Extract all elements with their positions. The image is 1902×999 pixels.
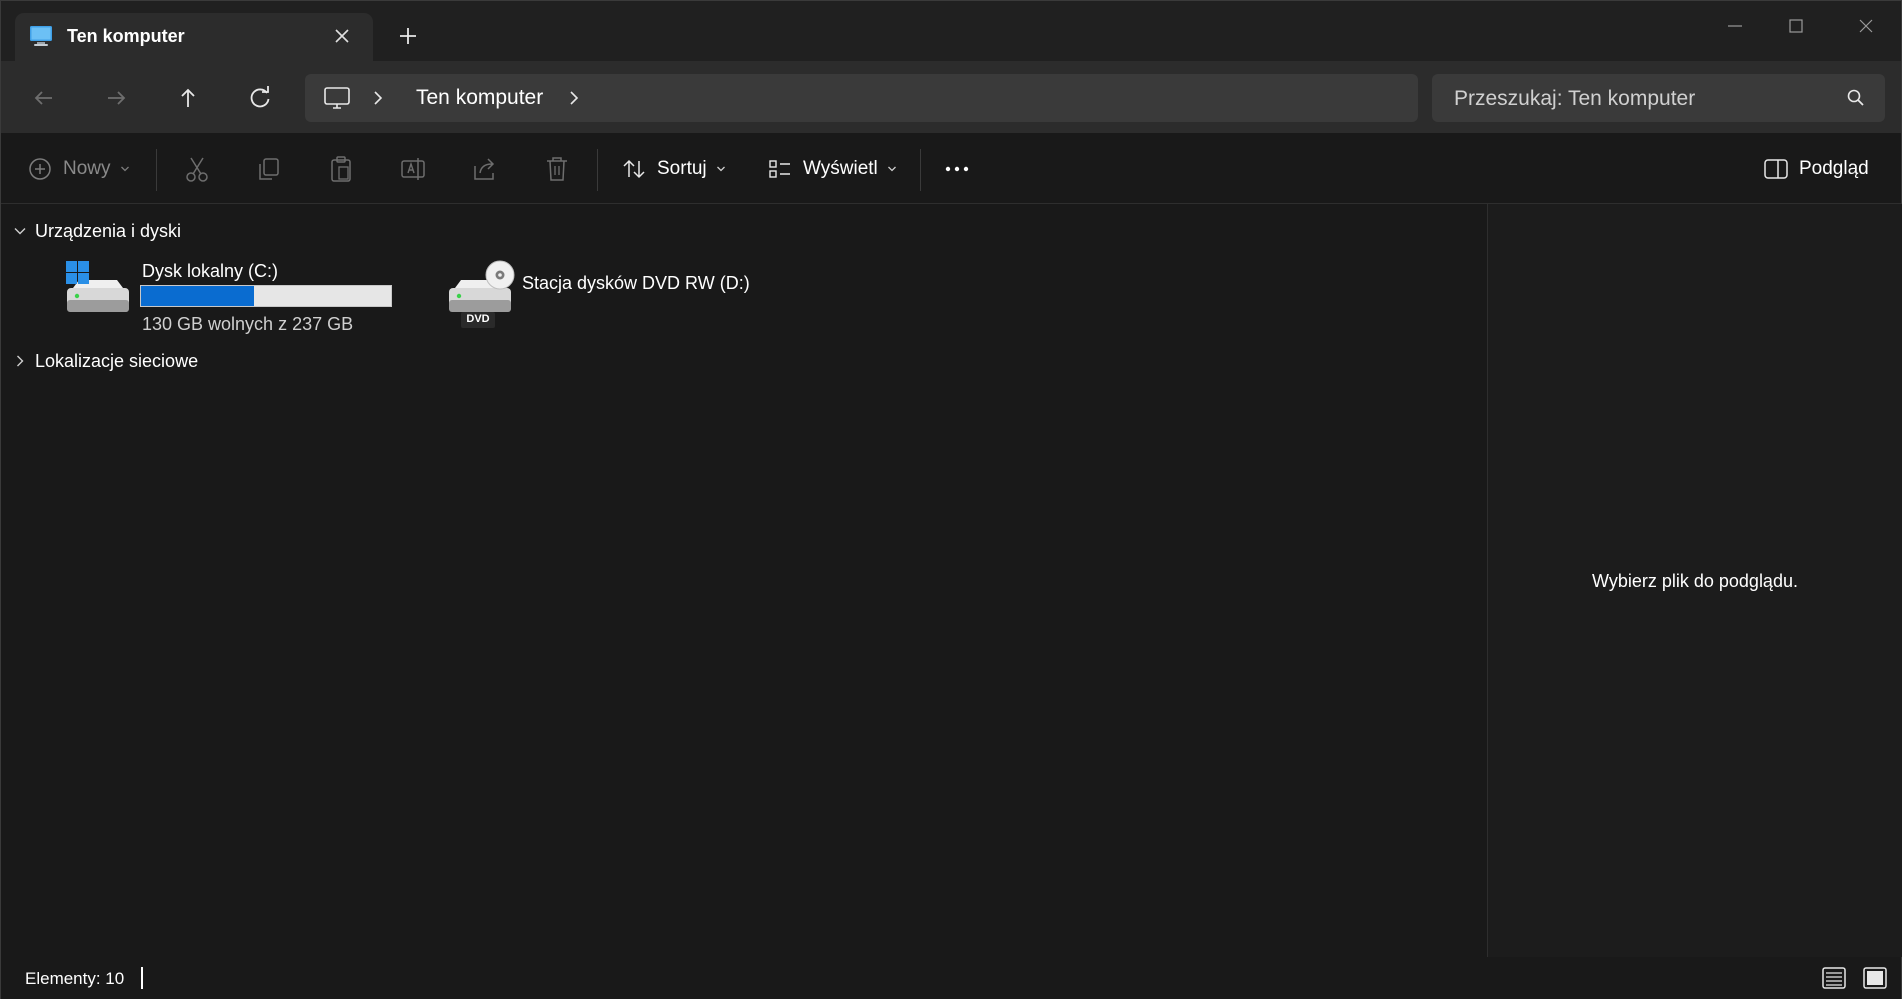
preview-label: Podgląd [1799, 158, 1869, 179]
new-label: Nowy [63, 158, 111, 179]
chevron-down-icon [716, 166, 725, 172]
sort-icon [623, 159, 645, 179]
computer-icon [30, 26, 52, 46]
preview-pane: Wybierz plik do podglądu. [1487, 204, 1902, 957]
drive-c-usage-fill [141, 286, 254, 306]
details-view-icon[interactable] [1821, 965, 1847, 991]
chevron-right-icon[interactable] [567, 89, 581, 107]
sort-label: Sortuj [657, 158, 707, 179]
section-devices-label: Urządzenia i dyski [35, 220, 182, 241]
search-box[interactable] [1432, 74, 1885, 122]
copy-icon[interactable] [254, 153, 284, 185]
large-icons-view-icon[interactable] [1862, 965, 1888, 991]
file-list-area: Urządzenia i dyski Dysk lokalny (C:) 130… [1, 204, 1485, 957]
navigation-bar: Ten komputer [1, 61, 1901, 133]
plus-circle-icon [29, 158, 51, 180]
close-icon[interactable] [331, 25, 353, 47]
breadcrumb-location[interactable]: Ten komputer [416, 86, 543, 110]
status-bar: Elementy: 10 [1, 957, 1901, 999]
view-list-icon [769, 160, 790, 178]
section-devices[interactable]: Urządzenia i dyski [13, 218, 181, 244]
back-button[interactable] [27, 81, 61, 115]
new-tab-button[interactable] [395, 23, 421, 49]
text-cursor [141, 967, 143, 989]
more-options-icon[interactable] [941, 153, 973, 185]
file-explorer-window: Ten komputer Ten komputer Przeszukaj: Te… [0, 0, 1902, 999]
chevron-right-icon [17, 355, 24, 367]
tab-title: Ten komputer [67, 26, 185, 46]
window-close-button[interactable] [1846, 11, 1886, 41]
preview-message: Wybierz plik do podglądu. [1592, 571, 1798, 591]
chevron-down-icon [887, 166, 896, 172]
sort-button[interactable]: Sortuj [621, 153, 726, 185]
preview-pane-button[interactable]: Podgląd [1763, 153, 1869, 185]
title-bar: Ten komputer [1, 1, 1901, 61]
view-label: Wyświetl [803, 158, 878, 179]
address-bar[interactable]: Ten komputer [305, 74, 1418, 122]
delete-icon[interactable] [542, 153, 572, 185]
up-button[interactable] [171, 81, 205, 115]
drive-c-usage-bar [140, 285, 392, 307]
toolbar-divider [156, 149, 157, 191]
chevron-right-icon[interactable] [371, 89, 385, 107]
section-network[interactable]: Lokalizacje sieciowe [13, 348, 198, 374]
preview-pane-icon [1764, 159, 1788, 179]
command-bar: Nowy Sortuj Wyświetl Podgląd [1, 133, 1901, 204]
toolbar-divider [920, 149, 921, 191]
tab-ten-komputer[interactable]: Ten komputer [15, 13, 373, 61]
item-count: Elementy: 10 [25, 969, 125, 988]
refresh-button[interactable] [243, 81, 277, 115]
windows-drive-icon [66, 261, 129, 312]
share-icon[interactable] [470, 153, 500, 185]
drive-d-name: Stacja dysków DVD RW (D:) [522, 273, 750, 293]
drive-d[interactable]: DVD Stacja dysków DVD RW (D:) [441, 254, 761, 334]
monitor-icon [324, 87, 350, 109]
chevron-down-icon [14, 228, 26, 235]
search-icon[interactable] [1846, 88, 1866, 108]
drive-c-name: Dysk lokalny (C:) [142, 261, 279, 281]
section-network-label: Lokalizacje sieciowe [35, 350, 199, 371]
maximize-button[interactable] [1776, 11, 1816, 41]
view-button[interactable]: Wyświetl [767, 153, 897, 185]
drive-c-free-space: 130 GB wolnych z 237 GB [142, 314, 354, 334]
dvd-badge: DVD [466, 313, 490, 325]
new-button[interactable]: Nowy [27, 153, 130, 185]
search-input[interactable] [1452, 84, 1836, 114]
minimize-button[interactable] [1715, 11, 1755, 41]
drive-c[interactable]: Dysk lokalny (C:) 130 GB wolnych z 237 G… [61, 254, 401, 334]
forward-button[interactable] [99, 81, 133, 115]
cut-icon[interactable] [182, 153, 212, 185]
chevron-down-icon [120, 166, 129, 172]
rename-icon[interactable] [398, 153, 428, 185]
toolbar-divider [597, 149, 598, 191]
paste-icon[interactable] [326, 153, 356, 185]
